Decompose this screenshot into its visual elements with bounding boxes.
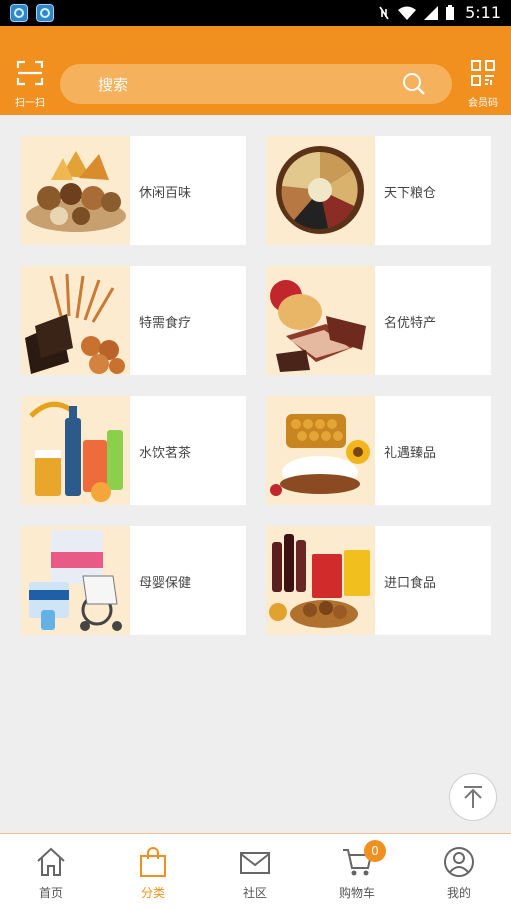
app-header: 扫一扫 搜索 会员码	[0, 26, 511, 115]
category-label: 母婴保健	[139, 576, 192, 591]
arrow-up-icon	[464, 786, 482, 808]
tab-community-label: 社区	[242, 886, 267, 900]
category-label: 休闲百味	[139, 186, 192, 201]
category-label: 礼遇臻品	[384, 446, 437, 461]
tab-category[interactable]: 分类	[102, 834, 204, 909]
search-icon[interactable]	[402, 72, 426, 96]
member-code-label: 会员码	[468, 98, 498, 109]
tab-home[interactable]: 首页	[0, 834, 102, 909]
specialty-meat-image	[266, 266, 375, 375]
profile-icon	[444, 847, 474, 877]
signal-icon	[424, 6, 439, 20]
category-label: 天下粮仓	[384, 186, 437, 201]
app-notification-icon	[10, 4, 28, 22]
imported-food-image	[266, 526, 375, 635]
honey-gift-image	[266, 396, 375, 505]
status-bar: 5:11	[0, 0, 511, 26]
cordyceps-image	[21, 266, 130, 375]
grains-tray-image	[266, 136, 375, 245]
tab-home-label: 首页	[38, 886, 63, 900]
category-label: 特需食疗	[139, 316, 192, 331]
qr-code-icon	[471, 60, 495, 86]
battery-icon	[446, 5, 455, 20]
category-label: 进口食品	[384, 576, 437, 591]
search-input[interactable]: 搜索	[60, 64, 452, 104]
search-placeholder: 搜索	[98, 76, 129, 94]
tab-profile-label: 我的	[446, 886, 471, 900]
category-card[interactable]: 礼遇臻品	[266, 396, 491, 505]
drinks-image	[21, 396, 130, 505]
category-card[interactable]: 水饮茗茶	[21, 396, 246, 505]
back-to-top-button[interactable]	[449, 773, 497, 821]
app-notification-icon	[36, 4, 54, 22]
home-icon	[37, 847, 65, 876]
tab-profile[interactable]: 我的	[408, 834, 510, 909]
baby-products-image	[21, 526, 130, 635]
category-card[interactable]: 母婴保健	[21, 526, 246, 635]
status-time: 5:11	[465, 3, 501, 22]
category-card[interactable]: 休闲百味	[21, 136, 246, 245]
category-card[interactable]: 天下粮仓	[266, 136, 491, 245]
bottom-tab-bar: 首页 分类 社区 0 购物车 我的	[0, 833, 511, 909]
category-card[interactable]: 名优特产	[266, 266, 491, 375]
snack-nuts-image	[21, 136, 130, 245]
category-card[interactable]: 特需食疗	[21, 266, 246, 375]
tab-cart-label: 购物车	[338, 886, 375, 900]
cart-count-badge: 0	[364, 840, 386, 862]
tab-category-label: 分类	[140, 886, 165, 900]
category-label: 水饮茗茶	[139, 446, 192, 461]
scan-icon	[16, 60, 44, 86]
member-code-button[interactable]: 会员码	[463, 60, 503, 109]
tab-community[interactable]: 社区	[204, 834, 306, 909]
wifi-icon	[398, 6, 417, 20]
category-bag-icon	[140, 847, 166, 877]
scan-button[interactable]: 扫一扫	[10, 60, 50, 109]
tab-cart[interactable]: 0 购物车	[306, 834, 408, 909]
scan-label: 扫一扫	[15, 98, 45, 109]
vibrate-mute-icon	[379, 6, 389, 20]
category-label: 名优特产	[384, 316, 437, 331]
mail-icon	[240, 852, 270, 874]
category-card[interactable]: 进口食品	[266, 526, 491, 635]
